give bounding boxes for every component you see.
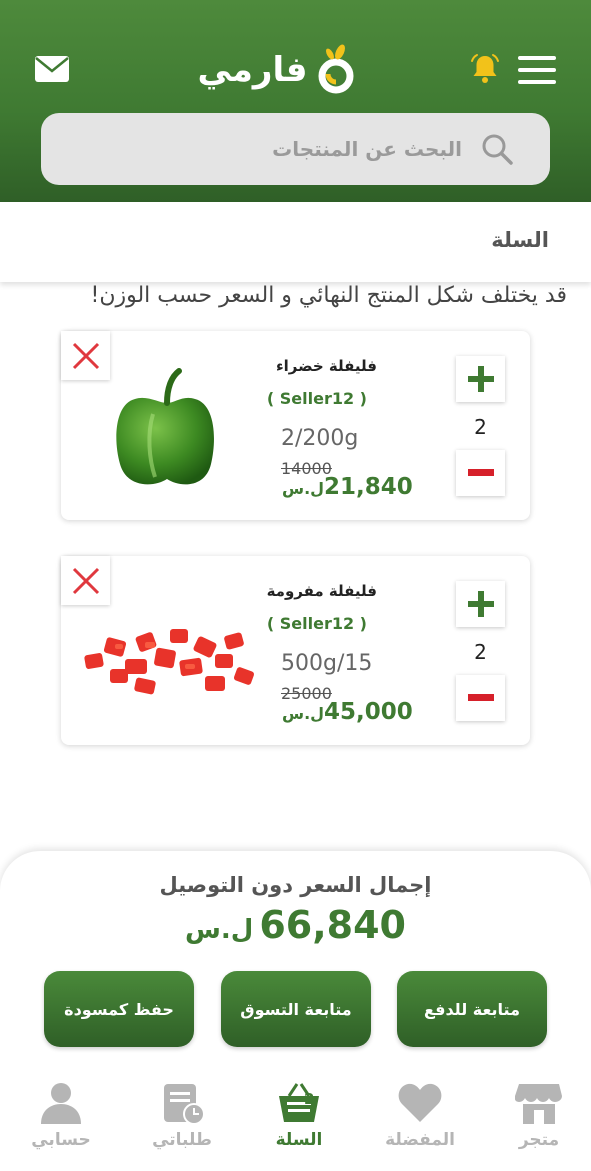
product-image <box>84 629 255 695</box>
product-image <box>116 368 214 485</box>
heart-icon <box>398 1083 442 1122</box>
quantity-value: 2 <box>474 415 487 439</box>
app-logo: فارمي <box>190 42 365 98</box>
total-label: إجمال السعر دون التوصيل <box>159 873 432 897</box>
product-name: فليفلة مفرومة <box>266 582 377 600</box>
minus-icon <box>467 469 494 476</box>
logo-text: فارمي <box>197 50 308 90</box>
nav-item-favorites[interactable]: المفضلة <box>365 1078 475 1168</box>
nav-item-cart[interactable]: 2 السلة <box>244 1078 354 1168</box>
app-header: فارمي البحث عن المنتجات <box>0 0 591 202</box>
page-title-bar: السلة <box>0 202 591 282</box>
nav-label: حسابي <box>31 1130 91 1150</box>
price-value: 21,840 <box>324 474 413 500</box>
nav-label: السلة <box>275 1130 323 1150</box>
total-value: 66,840 <box>259 903 406 947</box>
nav-item-store[interactable]: متجر <box>484 1078 591 1168</box>
nav-label: طلباتي <box>152 1130 212 1150</box>
logo-leaf-icon <box>318 44 354 94</box>
cart-item: فليفلة خضراء ( Seller12 ) 2/200g 14000 ل… <box>61 331 530 520</box>
cart-badge: 2 <box>304 1090 315 1108</box>
cart-item: فليفلة مفرومة ( Seller12 ) 500g/15 25000… <box>61 556 530 745</box>
continue-shopping-button[interactable]: متابعة التسوق <box>221 971 371 1047</box>
save-draft-button[interactable]: حفظ كمسودة <box>44 971 194 1047</box>
nav-item-account[interactable]: حسابي <box>6 1078 116 1168</box>
product-weight: 2/200g <box>281 426 359 451</box>
decrease-quantity-button[interactable] <box>456 675 505 721</box>
currency-label: ل.س <box>282 704 325 723</box>
currency-label: ل.س <box>282 479 325 498</box>
quantity-value: 2 <box>474 640 487 664</box>
product-name: فليفلة خضراء <box>275 357 377 375</box>
total-price: ل.س 66,840 <box>0 903 591 947</box>
account-icon <box>41 1083 81 1124</box>
checkout-button[interactable]: متابعة للدفع <box>397 971 547 1047</box>
nav-label: متجر <box>518 1130 560 1150</box>
seller-name[interactable]: ( Seller12 ) <box>267 614 367 633</box>
weight-notice: قد يختلف شكل المنتج النهائي و السعر حسب … <box>90 283 567 308</box>
cart-icon <box>279 1083 319 1122</box>
search-input[interactable]: البحث عن المنتجات <box>41 113 550 185</box>
menu-icon[interactable] <box>518 56 556 84</box>
bottom-navigation: متجر المفضلة 2 السلة طلباتي حسابي <box>0 1078 591 1171</box>
increase-quantity-button[interactable] <box>456 356 505 402</box>
minus-icon <box>467 694 494 701</box>
product-price: ل.س 21,840 <box>281 474 413 500</box>
product-weight: 500g/15 <box>281 651 373 676</box>
bell-icon[interactable] <box>468 52 502 86</box>
plus-icon <box>467 366 494 392</box>
seller-name[interactable]: ( Seller12 ) <box>267 389 367 408</box>
currency-label: ل.س <box>185 915 254 945</box>
search-icon <box>482 134 513 165</box>
price-value: 45,000 <box>324 699 413 725</box>
plus-icon <box>467 591 494 617</box>
orders-icon <box>164 1084 205 1125</box>
search-placeholder: البحث عن المنتجات <box>272 137 462 161</box>
increase-quantity-button[interactable] <box>456 581 505 627</box>
store-icon <box>515 1084 562 1124</box>
mail-icon[interactable] <box>34 55 70 83</box>
page-title: السلة <box>491 228 549 252</box>
product-price: ل.س 45,000 <box>281 699 413 725</box>
nav-label: المفضلة <box>385 1130 455 1150</box>
decrease-quantity-button[interactable] <box>456 450 505 496</box>
nav-item-orders[interactable]: طلباتي <box>127 1078 237 1168</box>
